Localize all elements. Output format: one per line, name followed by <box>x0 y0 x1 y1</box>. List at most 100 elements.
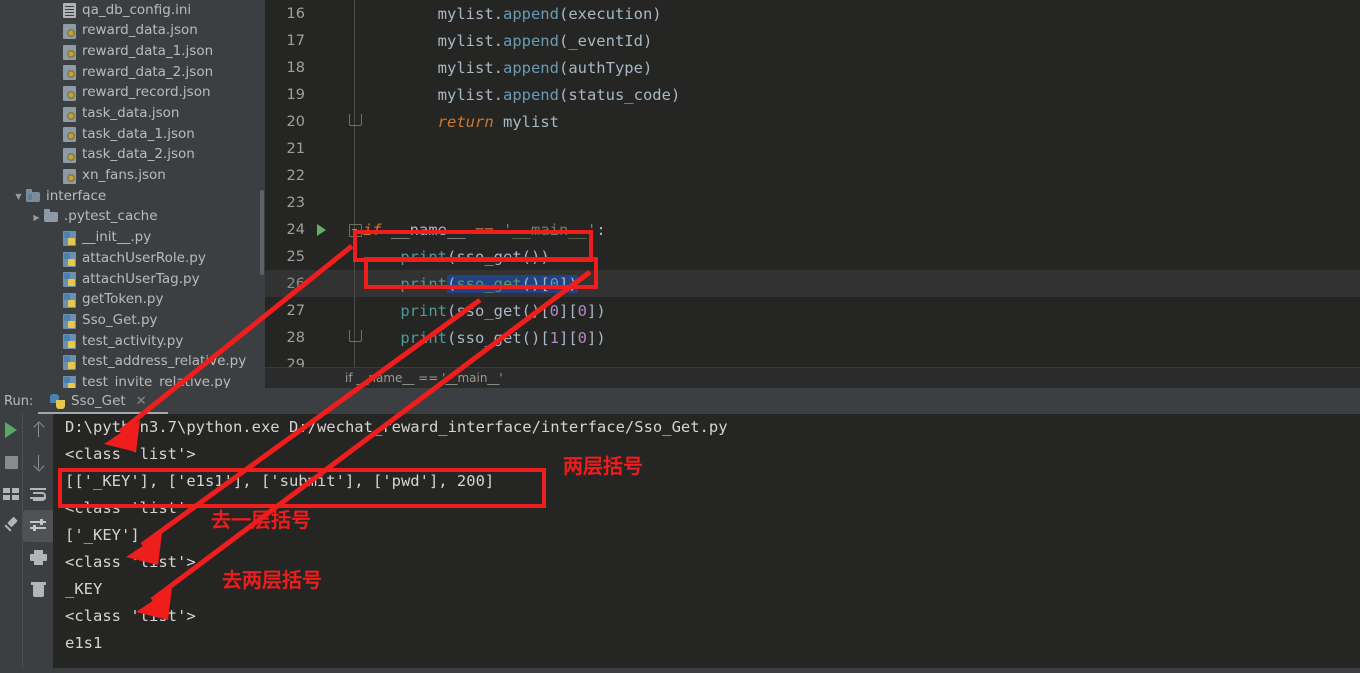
editor-gutter[interactable] <box>311 162 339 189</box>
code-line-21[interactable]: 21 <box>265 135 1360 162</box>
chevron-right-icon[interactable]: ▶ <box>30 213 43 222</box>
tree-item-reward-data-2-json[interactable]: reward_data_2.json <box>0 62 265 83</box>
chevron-down-icon[interactable]: ▼ <box>12 192 25 201</box>
tree-item-xn-fans-json[interactable]: xn_fans.json <box>0 166 265 187</box>
code-editor[interactable]: 16 mylist.append(execution) 17 mylist.app… <box>265 0 1360 367</box>
project-tree-panel[interactable]: qa_db_config.ini reward_data.json reward_d… <box>0 0 265 388</box>
fold-gutter[interactable] <box>339 216 362 243</box>
fold-gutter[interactable] <box>339 351 361 367</box>
fold-gutter[interactable] <box>339 189 361 216</box>
python-file-icon <box>61 375 78 388</box>
editor-gutter[interactable] <box>311 54 339 81</box>
tree-item-label: attachUserRole.py <box>82 249 206 266</box>
fold-gutter[interactable] <box>339 135 361 162</box>
editor-gutter[interactable] <box>311 108 339 135</box>
code-line-17[interactable]: 17 mylist.append(_eventId) <box>265 27 1360 54</box>
filter-button[interactable] <box>23 510 54 542</box>
scroll-up-button[interactable] <box>23 414 54 446</box>
tree-item-qa-db-config-ini[interactable]: qa_db_config.ini <box>0 0 265 21</box>
tree-item-task-data-1-json[interactable]: task_data_1.json <box>0 124 265 145</box>
fold-region-end-icon[interactable] <box>349 114 362 126</box>
tree-item-test-address-relative-py[interactable]: test_address_relative.py <box>0 352 265 373</box>
console-output[interactable]: D:\python3.7\python.exe D:/wechat_reward… <box>53 414 1360 673</box>
code-line-19[interactable]: 19 mylist.append(status_code) <box>265 81 1360 108</box>
editor-gutter[interactable] <box>311 81 339 108</box>
console-line: <class 'list'> <box>65 607 196 625</box>
trash-icon <box>31 582 46 598</box>
editor-gutter[interactable] <box>311 297 339 324</box>
tree-item--init-py[interactable]: __init__.py <box>0 228 265 249</box>
console-line: e1s1 <box>65 634 103 652</box>
code-line-24[interactable]: 24 if __name__ == '__main__': <box>265 216 1360 243</box>
code-line-22[interactable]: 22 <box>265 162 1360 189</box>
run-tool-window[interactable]: Run: Sso_Get ✕ D:\python3.7\python.exe D… <box>0 388 1360 673</box>
tree-item-interface[interactable]: ▼ interface <box>0 186 265 207</box>
editor-gutter[interactable] <box>311 216 339 243</box>
code-line-16[interactable]: 16 mylist.append(execution) <box>265 0 1360 27</box>
fold-region-end-icon[interactable] <box>349 330 362 342</box>
scroll-down-button[interactable] <box>23 446 54 478</box>
code-line-28[interactable]: 28 print(sso_get()[1][0]) <box>265 324 1360 351</box>
project-tree-list[interactable]: qa_db_config.ini reward_data.json reward_d… <box>0 0 265 388</box>
layout-button[interactable] <box>0 478 22 510</box>
editor-gutter[interactable] <box>311 135 339 162</box>
fold-gutter[interactable] <box>339 162 361 189</box>
tree-item-gettoken-py[interactable]: getToken.py <box>0 290 265 311</box>
clear-all-button[interactable] <box>23 574 54 606</box>
tree-item-sso-get-py[interactable]: Sso_Get.py <box>0 310 265 331</box>
code-lines-container[interactable]: 16 mylist.append(execution) 17 mylist.app… <box>265 0 1360 367</box>
code-line-23[interactable]: 23 <box>265 189 1360 216</box>
close-icon[interactable]: ✕ <box>136 394 147 409</box>
fold-gutter[interactable] <box>339 297 361 324</box>
code-line-29[interactable]: 29 <box>265 351 1360 367</box>
tree-item--pytest-cache[interactable]: ▶ .pytest_cache <box>0 207 265 228</box>
fold-collapse-icon[interactable] <box>349 224 362 237</box>
editor-gutter[interactable] <box>311 351 339 367</box>
fold-gutter[interactable] <box>339 108 362 135</box>
fold-gutter[interactable] <box>339 270 361 297</box>
code-line-25[interactable]: 25 print(sso_get()) <box>265 243 1360 270</box>
fold-gutter[interactable] <box>339 0 361 27</box>
fold-gutter[interactable] <box>339 81 361 108</box>
fold-gutter[interactable] <box>339 27 361 54</box>
sidebar-scrollbar[interactable] <box>260 190 264 275</box>
soft-wrap-button[interactable] <box>23 478 54 510</box>
editor-gutter[interactable] <box>311 27 339 54</box>
tree-item-reward-record-json[interactable]: reward_record.json <box>0 83 265 104</box>
editor-gutter[interactable] <box>311 324 339 351</box>
fold-gutter[interactable] <box>339 324 362 351</box>
editor-gutter[interactable] <box>311 0 339 27</box>
tree-item-reward-data-1-json[interactable]: reward_data_1.json <box>0 41 265 62</box>
fold-gutter[interactable] <box>339 54 361 81</box>
code-text: mylist.append(execution) <box>361 5 662 23</box>
code-line-27[interactable]: 27 print(sso_get()[0][0]) <box>265 297 1360 324</box>
tree-item-test-activity-py[interactable]: test_activity.py <box>0 331 265 352</box>
python-file-icon-shape <box>63 230 76 246</box>
editor-gutter[interactable] <box>311 243 339 270</box>
print-button[interactable] <box>23 542 54 574</box>
tree-item-attachuserrole-py[interactable]: attachUserRole.py <box>0 248 265 269</box>
rerun-button[interactable] <box>0 414 22 446</box>
code-line-26[interactable]: 26 print(sso_get()[0]) <box>265 270 1360 297</box>
line-number: 18 <box>286 59 305 76</box>
run-tab-sso-get[interactable]: Sso_Get ✕ <box>42 388 155 414</box>
tree-item-task-data-2-json[interactable]: task_data_2.json <box>0 145 265 166</box>
editor-gutter[interactable] <box>311 189 339 216</box>
line-number: 28 <box>286 329 305 346</box>
console-actions-toolbar[interactable] <box>22 414 54 673</box>
stop-button[interactable] <box>0 446 22 478</box>
tree-item-label: reward_data.json <box>82 22 198 39</box>
tree-item-test-invite-relative-py[interactable]: test_invite_relative.py <box>0 372 265 388</box>
fold-gutter[interactable] <box>339 243 361 270</box>
code-line-20[interactable]: 20 return mylist <box>265 108 1360 135</box>
run-configuration-icon[interactable] <box>317 224 326 236</box>
run-actions-toolbar[interactable] <box>0 414 22 673</box>
pin-tab-button[interactable] <box>0 510 22 542</box>
tree-item-attachusertag-py[interactable]: attachUserTag.py <box>0 269 265 290</box>
line-number: 17 <box>286 32 305 49</box>
editor-gutter[interactable] <box>311 270 339 297</box>
tree-item-reward-data-json[interactable]: reward_data.json <box>0 21 265 42</box>
code-line-18[interactable]: 18 mylist.append(authType) <box>265 54 1360 81</box>
tree-item-task-data-json[interactable]: task_data.json <box>0 103 265 124</box>
